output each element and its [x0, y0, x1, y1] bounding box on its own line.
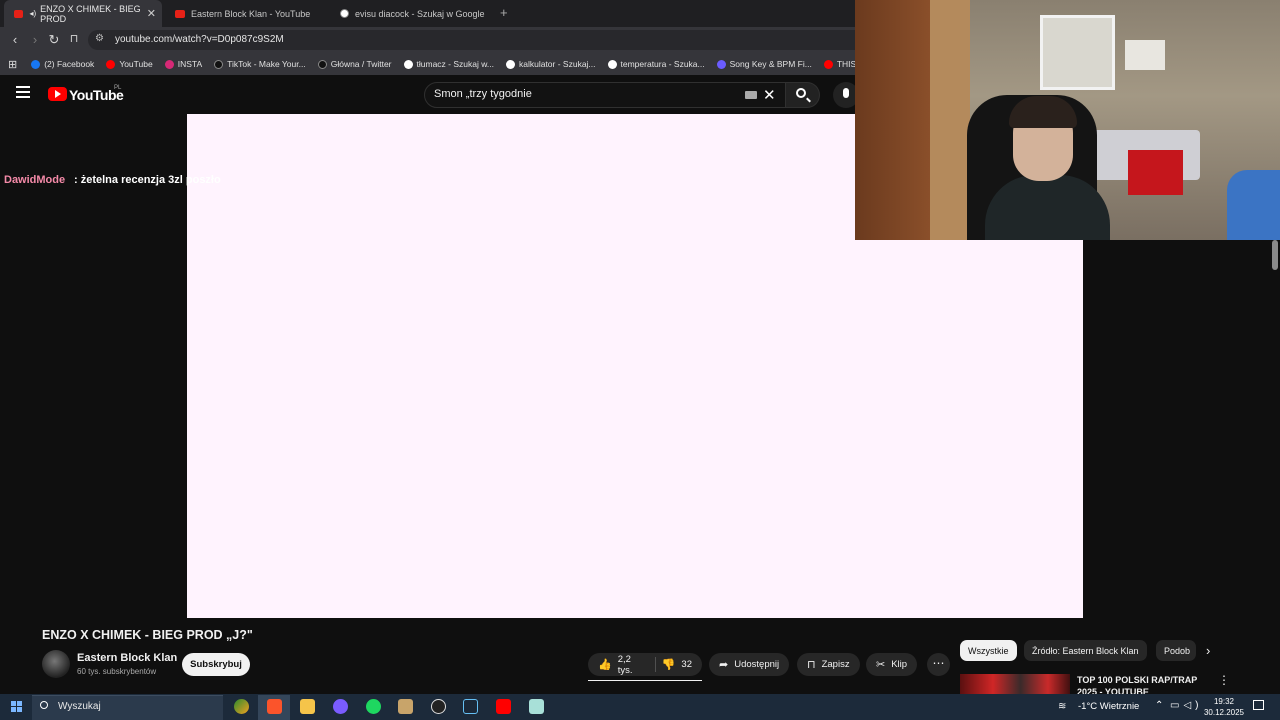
webcam-wardrobe [930, 0, 970, 240]
tray-date: 30.12.2025 [1203, 708, 1245, 717]
more-actions-icon[interactable]: ⋯ [927, 653, 950, 676]
chevron-right-icon[interactable]: › [1206, 643, 1210, 658]
search-query[interactable]: Smon „trzy tygodnie [434, 88, 532, 100]
spotify-icon[interactable] [366, 699, 381, 714]
file-explorer-icon[interactable] [300, 699, 315, 714]
tab-active-video[interactable]: ◂) ENZO X CHIMEK - BIEG PROD ✕ [4, 0, 162, 27]
webcam-blue-jacket [1227, 170, 1280, 240]
new-tab-plus-icon[interactable]: + [500, 5, 508, 20]
dislike-count[interactable]: 32 [681, 659, 692, 670]
site-info-icon[interactable]: ⚙ [95, 33, 104, 44]
bookmark-youtube[interactable]: YouTube [106, 59, 153, 69]
bookmark-twitter[interactable]: Główna / Twitter [317, 59, 392, 69]
brave-browser-icon[interactable] [267, 699, 282, 714]
notes-app-icon[interactable] [529, 699, 544, 714]
tray-time: 19:32 [1213, 697, 1235, 706]
notification-icon[interactable] [1253, 700, 1264, 710]
youtube-logo-icon[interactable] [48, 87, 67, 101]
like-dislike-group: 👍 2,2 tys. 👎 32 [588, 653, 702, 676]
bookmark-temperatura[interactable]: temperatura - Szuka... [607, 59, 705, 69]
chat-message: : żetelna recenzja 3zl poszło [74, 174, 221, 186]
tab-eastern-block[interactable]: Eastern Block Klan - YouTube [165, 0, 330, 27]
microphone-icon [843, 88, 849, 98]
tab-label: Eastern Block Klan - YouTube [191, 8, 311, 19]
tab-google-search[interactable]: evisu diacock - Szukaj w Google [330, 0, 495, 27]
video-title: ENZO X CHIMEK - BIEG PROD „J?" [42, 628, 253, 642]
scissors-icon: ✂ [876, 659, 886, 671]
chip-all[interactable]: Wszystkie [960, 640, 1017, 661]
media-player-icon[interactable] [398, 699, 413, 714]
hamburger-menu-icon[interactable] [16, 86, 30, 98]
webcam-overlay [855, 0, 1280, 240]
obs-icon[interactable] [431, 699, 446, 714]
bookmark-songkey[interactable]: Song Key & BPM Fi... [716, 59, 812, 69]
webcam-red-table [1128, 150, 1183, 195]
keyboard-icon[interactable] [745, 91, 757, 99]
messenger-icon[interactable] [333, 699, 348, 714]
share-arrow-icon: ➦ [719, 659, 729, 671]
like-count[interactable]: 2,2 tys. [618, 654, 642, 676]
share-button[interactable]: ➦ Udostępnij [709, 653, 790, 676]
thumbs-down-icon[interactable]: 👎 [662, 658, 676, 671]
forward-arrow-icon[interactable]: › [28, 32, 42, 47]
bookmark-insta[interactable]: INSTA [164, 59, 202, 69]
youtube-app-icon[interactable] [496, 699, 511, 714]
page-scrollbar[interactable] [1272, 240, 1278, 270]
search-icon [796, 88, 806, 98]
webcam-shelf [1125, 40, 1165, 70]
tab-close-icon[interactable]: ✕ [147, 7, 156, 20]
share-label: Udostępnij [734, 659, 780, 670]
thumbs-up-icon[interactable]: 👍 [598, 658, 612, 671]
youtube-favicon-icon [14, 9, 24, 18]
taskbar-search-placeholder[interactable]: Wyszukaj [58, 701, 101, 712]
clear-search-icon[interactable]: ✕ [763, 86, 776, 104]
windows-start-icon[interactable] [11, 701, 22, 712]
tab-label: evisu diacock - Szukaj w Google [355, 8, 485, 19]
chat-username: DawidMode [4, 174, 66, 186]
back-arrow-icon[interactable]: ‹ [8, 32, 22, 47]
reload-icon[interactable]: ↻ [47, 32, 61, 48]
steam-icon[interactable] [463, 699, 478, 714]
tray-clock[interactable]: 19:32 30.12.2025 [1200, 696, 1248, 718]
bookmark-save-icon: ⊓ [807, 659, 816, 671]
webcam-window [1040, 15, 1115, 90]
youtube-favicon-icon [175, 9, 185, 18]
bookmark-facebook[interactable]: (2) Facebook [31, 59, 94, 69]
search-icon [40, 701, 48, 709]
subscribe-button[interactable]: Subskrybuj [182, 653, 250, 676]
tab-label: ENZO X CHIMEK - BIEG PROD [40, 3, 141, 24]
bookmark-tlumacz[interactable]: tłumacz - Szukaj w... [403, 59, 494, 69]
like-divider [655, 657, 656, 672]
clip-label: Klip [891, 659, 908, 670]
chip-similar[interactable]: Podob [1156, 640, 1196, 661]
webcam-wall [855, 0, 930, 240]
channel-name[interactable]: Eastern Block Klan [77, 652, 177, 664]
google-favicon-icon [340, 9, 349, 18]
region-code: PL [114, 85, 122, 91]
address-url[interactable]: youtube.com/watch?v=D0p087c9S2M [115, 34, 284, 45]
speaker-icon: ◂) [29, 9, 37, 18]
channel-avatar[interactable] [42, 650, 70, 678]
app-game-icon[interactable] [234, 699, 249, 714]
bookmark-kalkulator[interactable]: kalkulator - Szukaj... [505, 59, 596, 69]
like-ratio-bar [588, 680, 702, 681]
tray-chevron-up-icon[interactable]: ⌃ [1155, 700, 1163, 711]
recommendation-menu-icon[interactable]: ⋮ [1218, 673, 1230, 687]
apps-grid-icon[interactable]: ⊞ [8, 58, 17, 71]
bookmark-tiktok[interactable]: TikTok - Make Your... [214, 59, 306, 69]
tray-network-volume-icon[interactable]: ▭◁) [1170, 700, 1202, 711]
bookmark-icon[interactable]: ⊓ [67, 32, 81, 45]
save-button[interactable]: ⊓ Zapisz [797, 653, 860, 676]
tray-weather[interactable]: -1°C Wietrznie [1078, 701, 1139, 712]
weather-wind-icon: ≋ [1058, 701, 1067, 712]
clip-button[interactable]: ✂ Klip [866, 653, 918, 676]
chip-source-channel[interactable]: Źródło: Eastern Block Klan [1024, 640, 1147, 661]
save-label: Zapisz [821, 659, 850, 670]
subscriber-count: 60 tys. subskrybentów [77, 667, 157, 676]
